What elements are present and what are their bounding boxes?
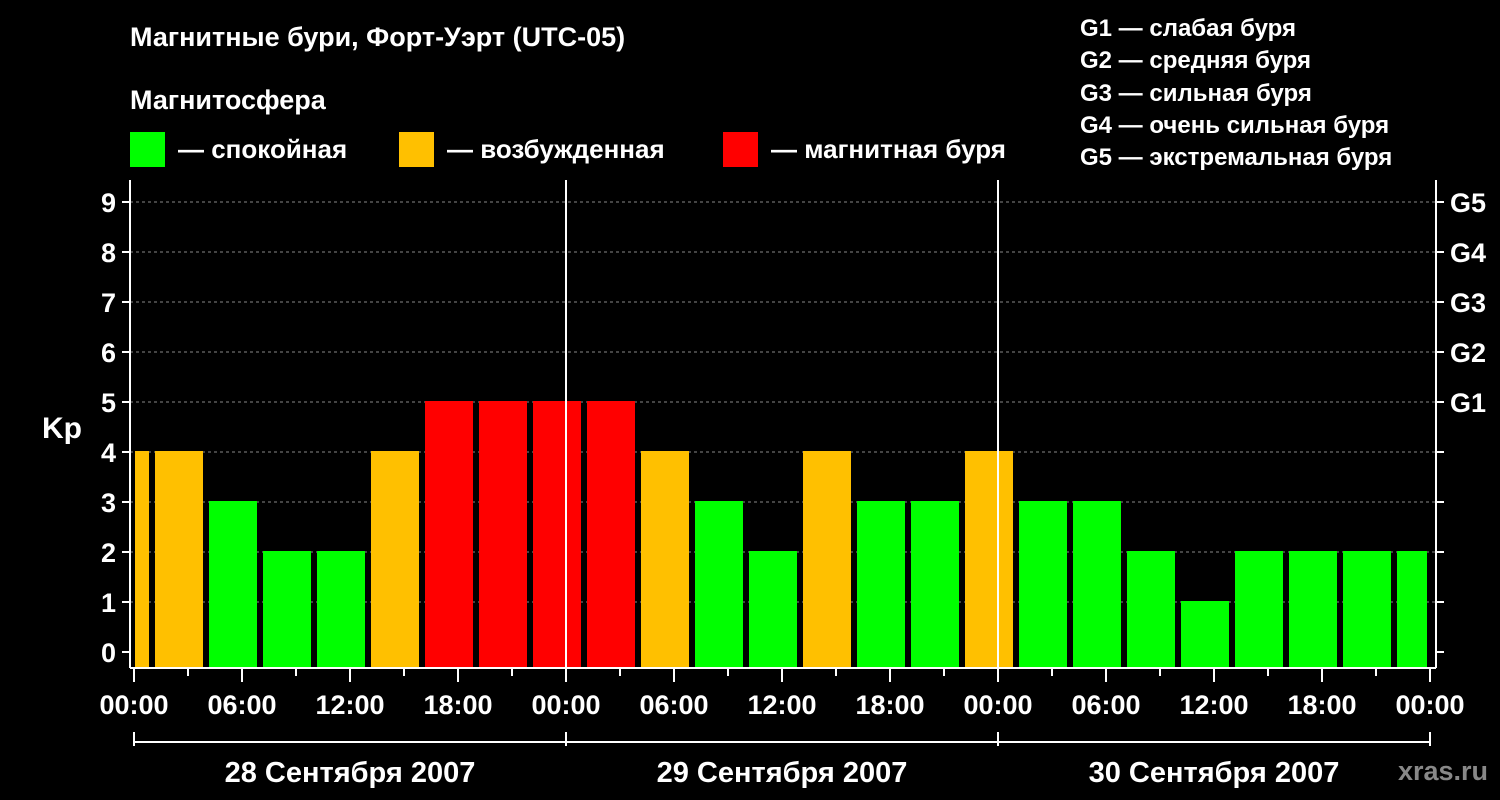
right-axis-label: G3	[1450, 288, 1486, 318]
kp-chart: 0 1 2 3 4 5 6 7 8 9 G1 G2 G3 G4 G5 00:00 06:00 12:00 18:00…	[99, 180, 1486, 789]
x-tick-label: 00:00	[531, 690, 600, 720]
kp-bar	[371, 451, 419, 668]
kp-bar	[749, 551, 797, 668]
kp-bar	[1289, 551, 1337, 668]
right-axis-label: G5	[1450, 188, 1486, 218]
y-tick-label: 5	[101, 388, 116, 418]
x-tick-label: 18:00	[423, 690, 492, 720]
x-tick-label: 06:00	[639, 690, 708, 720]
x-tick-label: 12:00	[315, 690, 384, 720]
y-tick-label: 9	[101, 188, 116, 218]
day-label: 28 Сентября 2007	[225, 757, 476, 789]
x-tick-label: 18:00	[1287, 690, 1356, 720]
kp-bar	[155, 451, 203, 668]
kp-bar	[1343, 551, 1391, 668]
kp-bar	[533, 401, 581, 668]
x-tick-label: 12:00	[747, 690, 816, 720]
kp-bar	[1019, 501, 1067, 668]
kp-bar	[695, 501, 743, 668]
day-label: 30 Сентября 2007	[1089, 757, 1340, 789]
y-tick-label: 6	[101, 338, 116, 368]
x-tick-label: 18:00	[855, 690, 924, 720]
y-tick-label: 2	[101, 538, 116, 568]
x-tick-label: 06:00	[1071, 690, 1140, 720]
kp-bar	[965, 451, 1013, 668]
kp-bar	[425, 401, 473, 668]
x-tick-label: 06:00	[207, 690, 276, 720]
day-label: 29 Сентября 2007	[657, 757, 908, 789]
x-tick-label: 00:00	[963, 690, 1032, 720]
kp-bar	[803, 451, 851, 668]
kp-bar	[1397, 551, 1427, 668]
kp-bar	[641, 451, 689, 668]
y-tick-label: 7	[101, 288, 116, 318]
kp-bar	[587, 401, 635, 668]
right-axis-label: G1	[1450, 388, 1486, 418]
y-tick-label: 0	[101, 638, 116, 668]
kp-bar	[1235, 551, 1283, 668]
y-tick-label: 8	[101, 238, 116, 268]
y-tick-label: 4	[101, 438, 116, 468]
x-tick-label: 12:00	[1179, 690, 1248, 720]
right-axis-label: G4	[1450, 238, 1486, 268]
kp-bar	[317, 551, 365, 668]
x-tick-label: 00:00	[1395, 690, 1464, 720]
kp-bar	[479, 401, 527, 668]
kp-bar	[1181, 601, 1229, 668]
kp-bar	[857, 501, 905, 668]
x-tick-label: 00:00	[99, 690, 168, 720]
kp-bar	[1073, 501, 1121, 668]
kp-bar	[263, 551, 311, 668]
kp-bar	[135, 451, 149, 668]
y-tick-label: 3	[101, 488, 116, 518]
kp-bar	[911, 501, 959, 668]
kp-bar	[1127, 551, 1175, 668]
right-axis-label: G2	[1450, 338, 1486, 368]
kp-bar	[209, 501, 257, 668]
y-tick-label: 1	[101, 588, 116, 618]
